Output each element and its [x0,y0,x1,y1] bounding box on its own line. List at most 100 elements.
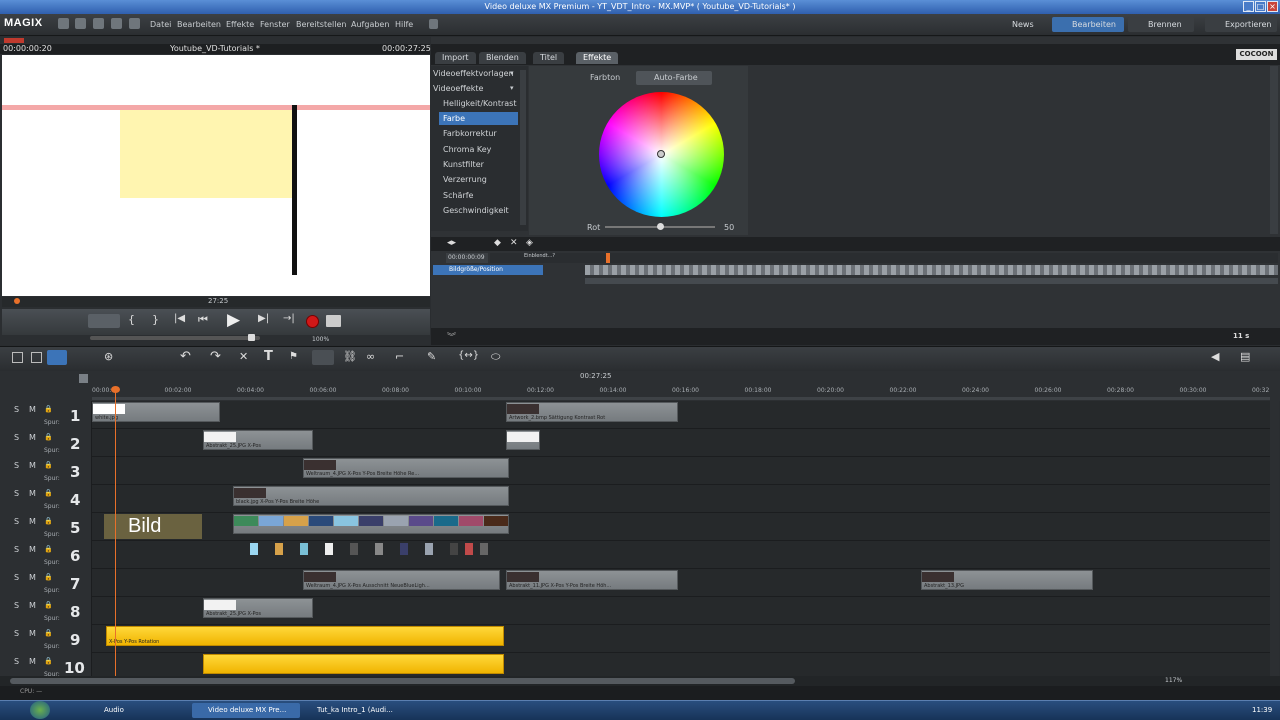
timeline-clip[interactable]: Abstrakt_25.JPG X-Pos [203,598,313,618]
task-audio[interactable]: Audio [88,703,188,718]
task-tut-intro[interactable]: Tut_ka Intro_1 (Audi... [301,703,409,718]
timeline-track[interactable]: S M 🔒 Spur: 4 black.jpg X-Pos Y-Pos Breite Hö… [0,485,1270,513]
marker-icon[interactable]: ⚑ [289,351,298,362]
timeline-clip[interactable]: black.jpg X-Pos Y-Pos Breite Höhe [233,486,509,506]
brennen-button[interactable]: Brennen [1128,17,1194,32]
timeline-clip[interactable]: Weltraum_4.JPG X-Pos Ausschnitt NeueBlue… [303,570,500,590]
mute-button[interactable]: M [29,573,36,582]
jog-slider[interactable] [90,336,260,340]
link-icon[interactable]: ⛓ [343,350,357,363]
solo-button[interactable]: S [14,517,19,526]
open-folder-icon[interactable] [75,18,86,29]
timeline-track[interactable]: S M 🔒 Spur: 3 Weltraum_4.JPG X-Pos Y-Pos Brei… [0,457,1270,485]
unlink-icon[interactable]: ∞ [366,350,375,363]
mouse-mode-icon[interactable]: ⊛ [104,350,113,363]
delete-icon[interactable]: ✕ [239,350,248,363]
exportieren-button[interactable]: Exportieren [1205,17,1277,32]
effects-right-scrollbar[interactable] [1270,66,1278,234]
play-icon[interactable]: ▶ [227,310,240,330]
timeline-track[interactable]: S M 🔒 Spur: 6 [0,541,1270,569]
timeline-clip[interactable] [506,430,540,450]
pen-icon[interactable]: ✎ [427,350,436,363]
mixer-icon[interactable]: ▤ [1240,350,1250,363]
solo-button[interactable]: S [14,405,19,414]
group-videoeffekte[interactable]: Videoeffekte [433,84,483,93]
preview-scrubber[interactable]: 27:25 [2,297,430,307]
menu-bereitstellen[interactable]: Bereitstellen [296,20,346,29]
kf-scrollbar[interactable] [585,278,1278,284]
kf-prev-icon[interactable]: ◂▸ [447,238,456,248]
solo-button[interactable]: S [14,461,19,470]
timeline-clip[interactable]: X-Pos Y-Pos Rotation [106,626,504,646]
solo-button[interactable]: S [14,433,19,442]
kf-add-icon[interactable]: ◆ [494,238,501,248]
lock-icon[interactable]: 🔒 [44,461,53,469]
collapse-icon[interactable]: ︾ [447,330,456,343]
timeline-track[interactable]: S M 🔒 Spur: 5 Bild [0,513,1270,541]
timeline-track[interactable]: S M 🔒 Spur: 7 Weltraum_4.JPG X-Pos Ausschnitt… [0,569,1270,597]
mute-button[interactable]: M [29,489,36,498]
timeline-clip[interactable]: Weltraum_4.JPG X-Pos Y-Pos Breite Höhe R… [303,458,509,478]
kf-track-bildgroesse[interactable]: Bildgröße/Position [433,265,543,275]
color-wheel-handle[interactable] [657,150,665,158]
timeline-track[interactable]: S M 🔒 Spur: 1 white.jpg Artwork_2.bmp Sättigun… [0,401,1270,429]
tab-effekte[interactable]: Effekte [576,52,619,64]
effect-farbe[interactable]: Farbe [439,112,518,125]
effect-kunstfilter[interactable]: Kunstfilter [443,160,484,169]
mark-in-icon[interactable]: { [128,313,135,326]
ruler-corner-icon[interactable] [79,374,88,383]
lock-icon[interactable]: 🔒 [44,573,53,581]
timeline-hscroll-thumb[interactable] [10,678,795,684]
help-icon[interactable] [129,18,140,29]
effect-chroma-key[interactable]: Chroma Key [443,145,491,154]
mute-button[interactable]: M [29,461,36,470]
lock-icon[interactable]: 🔒 [44,545,53,553]
menu-datei[interactable]: Datei [150,20,171,29]
save-icon[interactable] [93,18,104,29]
video-preview[interactable] [2,55,430,296]
timeline-clip[interactable] [233,514,509,534]
lock-icon[interactable]: 🔒 [44,405,53,413]
timeline-clip[interactable]: Artwork_2.bmp Sättigung Kontrast Rot [506,402,678,422]
menu-list-icon[interactable] [326,315,341,327]
skip-back-icon[interactable]: ⏮ [198,313,208,327]
mute-button[interactable]: M [29,517,36,526]
timeline-clip[interactable] [250,542,502,562]
auto-farbe-button[interactable]: Auto-Farbe [636,71,712,85]
timeline-track[interactable]: S M 🔒 Spur: 9 X-Pos Y-Pos Rotation [0,625,1270,653]
menu-effekte[interactable]: Effekte [226,20,254,29]
group-icon[interactable] [312,350,334,365]
record-icon[interactable] [306,315,319,328]
lock-icon[interactable]: 🔒 [44,601,53,609]
lock-icon[interactable]: 🔒 [44,517,53,525]
solo-button[interactable]: S [14,629,19,638]
menu-bearbeiten[interactable]: Bearbeiten [177,20,221,29]
effect-geschwindigkeit[interactable]: Geschwindigkeit [443,206,509,215]
mute-button[interactable]: M [29,657,36,666]
tab-titel[interactable]: Titel [533,52,565,64]
lock-icon[interactable]: 🔒 [44,433,53,441]
prev-marker-icon[interactable]: |◀ [174,313,185,324]
timeline-clip[interactable]: Abstrakt_11.JPG X-Pos Y-Pos Breite Höh..… [506,570,678,590]
mute-button[interactable]: M [29,405,36,414]
tab-import[interactable]: Import [435,52,476,64]
speaker-icon[interactable]: ◀ [1211,350,1219,363]
skip-forward-icon[interactable]: ▶| [258,313,269,324]
start-button[interactable] [30,701,50,719]
kf-keyframe-lane[interactable] [585,265,1278,275]
lock-icon[interactable]: 🔒 [44,657,53,665]
undo-icon[interactable]: ↶ [180,349,191,364]
lock-icon[interactable]: 🔒 [44,489,53,497]
menu-aufgaben[interactable]: Aufgaben [351,20,389,29]
bearbeiten-button[interactable]: Bearbeiten [1052,17,1124,32]
next-marker-icon[interactable]: →| [283,313,295,324]
group-videoeffektvorlagen[interactable]: Videoeffektvorlagen [433,69,514,78]
settings-icon[interactable] [111,18,122,29]
effect-verzerrung[interactable]: Verzerrung [443,175,487,184]
storyboard-icon[interactable] [12,352,23,363]
timeline-track[interactable]: S M 🔒 Spur: 8 Abstrakt_25.JPG X-Pos [0,597,1270,625]
jog-handle[interactable] [248,334,255,341]
mute-button[interactable]: M [29,601,36,610]
solo-button[interactable]: S [14,657,19,666]
effect-helligkeit[interactable]: Helligkeit/Kontrast [443,99,516,108]
